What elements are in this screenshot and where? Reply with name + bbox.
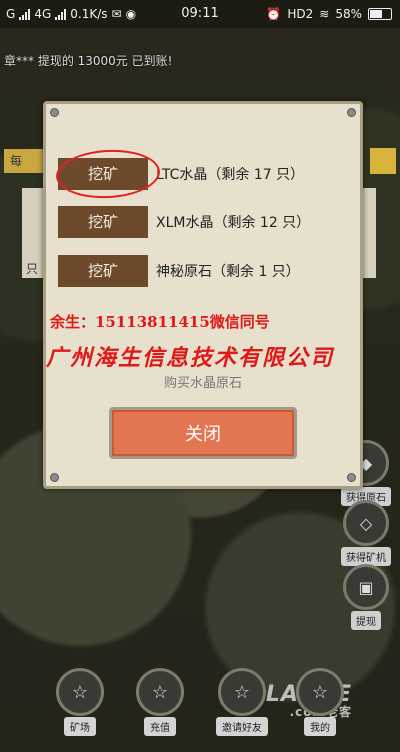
battery-icon xyxy=(368,8,392,20)
mine-ltc-button[interactable]: 挖矿 xyxy=(58,158,148,190)
side-box-text: 只 xyxy=(26,262,39,276)
mining-dialog: 挖矿 LTC水晶（剩余 17 只） 挖矿 XLM水晶（剩余 12 只） 挖矿 神… xyxy=(43,101,363,489)
xlm-label: XLM水晶（剩余 12 只） xyxy=(156,215,311,231)
mine-xlm-button[interactable]: 挖矿 xyxy=(58,206,148,238)
battery-label: 58% xyxy=(335,7,362,21)
withdraw-button[interactable]: ▣ 提现 xyxy=(338,564,394,630)
recharge-label: 充值 xyxy=(144,717,176,736)
status-bar: G 4G 0.1K/s ✉ ◉ 09:11 ⏰ HD2 ≋ 58% xyxy=(0,0,400,28)
buy-crystal-text: 购买水晶原石 xyxy=(163,376,242,391)
mine-mystery-button[interactable]: 挖矿 xyxy=(58,255,148,287)
diamond-icon: ◇ xyxy=(343,500,389,546)
rivet-icon xyxy=(347,473,356,482)
mine-row-xlm: 挖矿 XLM水晶（剩余 12 只） xyxy=(58,206,310,238)
my-button[interactable]: ☆ 我的 xyxy=(290,668,350,736)
invite-friends-label: 邀请好友 xyxy=(216,717,268,736)
get-miner-button[interactable]: ◇ 获得矿机 xyxy=(338,500,394,566)
ltc-label: LTC水晶（剩余 17 只） xyxy=(156,167,305,183)
star-icon: ☆ xyxy=(296,668,344,716)
mine-field-label: 矿场 xyxy=(64,717,96,736)
withdraw-label: 提现 xyxy=(351,611,381,630)
star-icon: ☆ xyxy=(56,668,104,716)
recharge-button[interactable]: ☆ 充值 xyxy=(130,668,190,736)
company-text: 广州海生信息技术有限公司 xyxy=(46,345,335,371)
wifi-icon: ≋ xyxy=(319,7,330,21)
close-button[interactable]: 关闭 xyxy=(109,407,297,459)
alarm-icon: ⏰ xyxy=(266,7,282,21)
rivet-icon xyxy=(50,108,59,117)
mine-row-ltc: 挖矿 LTC水晶（剩余 17 只） xyxy=(54,147,305,201)
mystery-label: 神秘原石（剩余 1 只） xyxy=(156,264,300,280)
hd-label: HD2 xyxy=(287,7,314,21)
mine-row-mystery: 挖矿 神秘原石（剩余 1 只） xyxy=(58,255,300,287)
my-label: 我的 xyxy=(304,717,336,736)
contact-text: 余生：15113811415微信同号 xyxy=(50,313,270,331)
side-tab-right[interactable] xyxy=(370,148,396,174)
rivet-icon xyxy=(50,473,59,482)
invite-friends-button[interactable]: ☆ 邀请好友 xyxy=(212,668,272,736)
star-icon: ☆ xyxy=(136,668,184,716)
status-right: ⏰ HD2 ≋ 58% xyxy=(266,7,392,21)
marquee-text: 章*** 提现的 13000元 已到账! xyxy=(4,54,173,68)
mine-field-button[interactable]: ☆ 矿场 xyxy=(50,668,110,736)
star-icon: ☆ xyxy=(218,668,266,716)
chest-icon: ▣ xyxy=(343,564,389,610)
rivet-icon xyxy=(347,108,356,117)
